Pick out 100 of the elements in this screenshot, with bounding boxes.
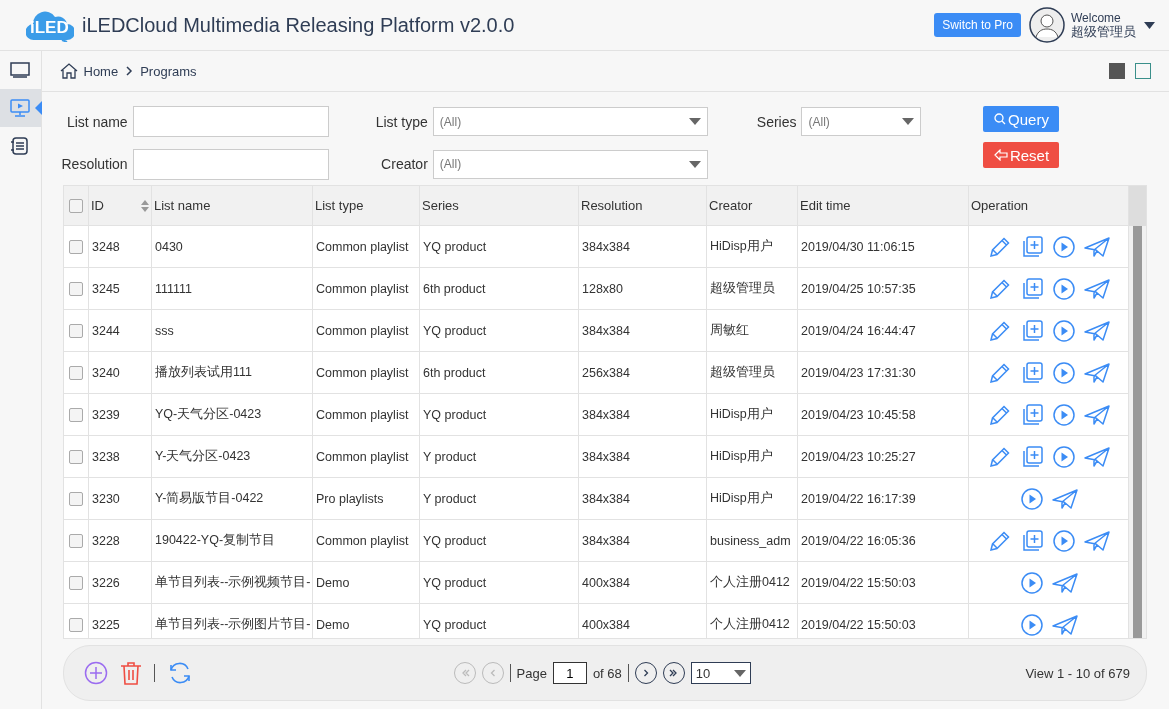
record-count: View 1 - 10 of 679: [1025, 665, 1130, 681]
table-cell: 3228: [92, 533, 120, 548]
column-header: Edit time: [800, 198, 851, 213]
select-all-checkbox[interactable]: [68, 198, 83, 213]
paper-plane-icon[interactable]: [1051, 570, 1078, 595]
dropdown-caret-icon: [688, 160, 701, 168]
row-checkbox[interactable]: [68, 239, 83, 254]
paper-plane-icon[interactable]: [1083, 402, 1110, 427]
table-cell: 个人注册0412: [710, 575, 790, 589]
paper-plane-icon[interactable]: [1051, 612, 1078, 637]
scrollbar[interactable]: [1129, 186, 1146, 638]
filter-label: Creator: [380, 156, 428, 173]
paper-plane-icon[interactable]: [1051, 486, 1078, 511]
dropdown-field[interactable]: (All): [801, 107, 922, 137]
home-icon[interactable]: [59, 63, 78, 79]
row-checkbox[interactable]: [68, 575, 83, 590]
view-mode-toggle[interactable]: [1135, 63, 1151, 79]
table-cell: 400x384: [582, 617, 630, 632]
column-header: List name: [154, 198, 211, 213]
table-cell: Y-简易版节目-0422: [155, 491, 264, 505]
page-label: Page: [516, 665, 547, 681]
table-cell: 3238: [92, 449, 120, 464]
play-icon[interactable]: [1019, 612, 1044, 637]
page-size-dropdown[interactable]: 10: [690, 662, 751, 684]
table-cell: 超级管理员: [710, 281, 775, 295]
chevron-icon: [489, 669, 496, 677]
column-header: Series: [422, 198, 459, 213]
table-cell: YQ product: [423, 533, 487, 548]
table-cell: 384x384: [582, 407, 630, 422]
table-cell: 3244: [92, 323, 120, 338]
table-cell: 128x80: [582, 281, 623, 296]
row-checkbox[interactable]: [68, 365, 83, 380]
column-header[interactable]: ID: [91, 198, 104, 213]
play-icon[interactable]: [1051, 402, 1076, 427]
play-icon[interactable]: [1019, 486, 1044, 511]
table-cell: 3245: [92, 281, 120, 296]
pointer-icon: [34, 101, 42, 115]
paper-plane-icon[interactable]: [1083, 234, 1110, 259]
row-checkbox[interactable]: [68, 449, 83, 464]
chevron-icon: [124, 66, 135, 76]
table-cell: Common playlist: [316, 365, 409, 380]
table-cell: 3239: [92, 407, 120, 422]
paper-plane-icon[interactable]: [1083, 318, 1110, 343]
monitor-icon: [10, 62, 31, 78]
row-checkbox[interactable]: [68, 407, 83, 422]
text-input-field[interactable]: [132, 148, 329, 180]
page-input-field[interactable]: 1: [552, 662, 587, 684]
row-checkbox[interactable]: [68, 491, 83, 506]
row-checkbox[interactable]: [68, 281, 83, 296]
sidebar-item[interactable]: [0, 89, 41, 127]
table-cell: 3240: [92, 365, 120, 380]
switch-button[interactable]: Switch to Pro: [934, 13, 1021, 37]
table-cell: 384x384: [582, 449, 630, 464]
avatar-icon[interactable]: [1029, 7, 1065, 43]
query-button[interactable]: Query: [983, 106, 1060, 132]
caret-icon[interactable]: [1144, 21, 1155, 29]
dropdown-field[interactable]: (All): [432, 149, 708, 179]
paper-plane-icon[interactable]: [1083, 444, 1110, 469]
table-cell: Common playlist: [316, 239, 409, 254]
reset-button[interactable]: Reset: [983, 142, 1060, 168]
table-cell: 384x384: [582, 491, 630, 506]
table-cell: 6th product: [423, 281, 486, 296]
trash-icon[interactable]: [119, 661, 142, 685]
table-cell: 单节目列表--示例视频节目-: [155, 575, 311, 589]
double-chevron-icon: [668, 669, 679, 677]
row-checkbox[interactable]: [68, 533, 83, 548]
play-icon[interactable]: [1051, 234, 1076, 259]
table-cell: Common playlist: [316, 407, 409, 422]
table-cell: Y-天气分区-0423: [155, 449, 251, 463]
user-name[interactable]: 超级管理员: [1071, 25, 1136, 38]
table-cell: 2019/04/25 10:57:35: [801, 281, 916, 296]
breadcrumb-link[interactable]: Home: [83, 63, 119, 79]
paper-plane-icon[interactable]: [1083, 528, 1110, 553]
play-icon[interactable]: [1051, 528, 1076, 553]
play-icon[interactable]: [1051, 276, 1076, 301]
table-cell: Common playlist: [316, 281, 409, 296]
table-cell: 3248: [92, 239, 120, 254]
welcome-text: Welcome: [1071, 12, 1122, 25]
filter-label: List type: [375, 113, 428, 130]
play-icon[interactable]: [1051, 444, 1076, 469]
play-icon[interactable]: [1019, 570, 1044, 595]
paper-plane-icon[interactable]: [1083, 360, 1110, 385]
text-input-field[interactable]: [132, 106, 329, 138]
table-cell: 6th product: [423, 365, 486, 380]
row-checkbox[interactable]: [68, 323, 83, 338]
sort-icon[interactable]: [141, 199, 149, 212]
table-cell: 周敏红: [710, 323, 749, 337]
paper-plane-icon[interactable]: [1083, 276, 1110, 301]
play-icon[interactable]: [1051, 318, 1076, 343]
row-checkbox[interactable]: [68, 617, 83, 632]
table-cell: YQ-天气分区-0423: [155, 407, 262, 421]
dropdown-field[interactable]: (All): [432, 107, 708, 137]
table-cell: 2019/04/30 11:06:15: [801, 239, 915, 254]
add-icon[interactable]: [83, 661, 108, 685]
table-cell: Demo: [316, 575, 350, 590]
column-header: Creator: [709, 198, 753, 213]
view-mode-toggle[interactable]: [1109, 63, 1125, 79]
play-icon[interactable]: [1051, 360, 1076, 385]
table-cell: Common playlist: [316, 323, 409, 338]
table-cell: Demo: [316, 617, 350, 632]
